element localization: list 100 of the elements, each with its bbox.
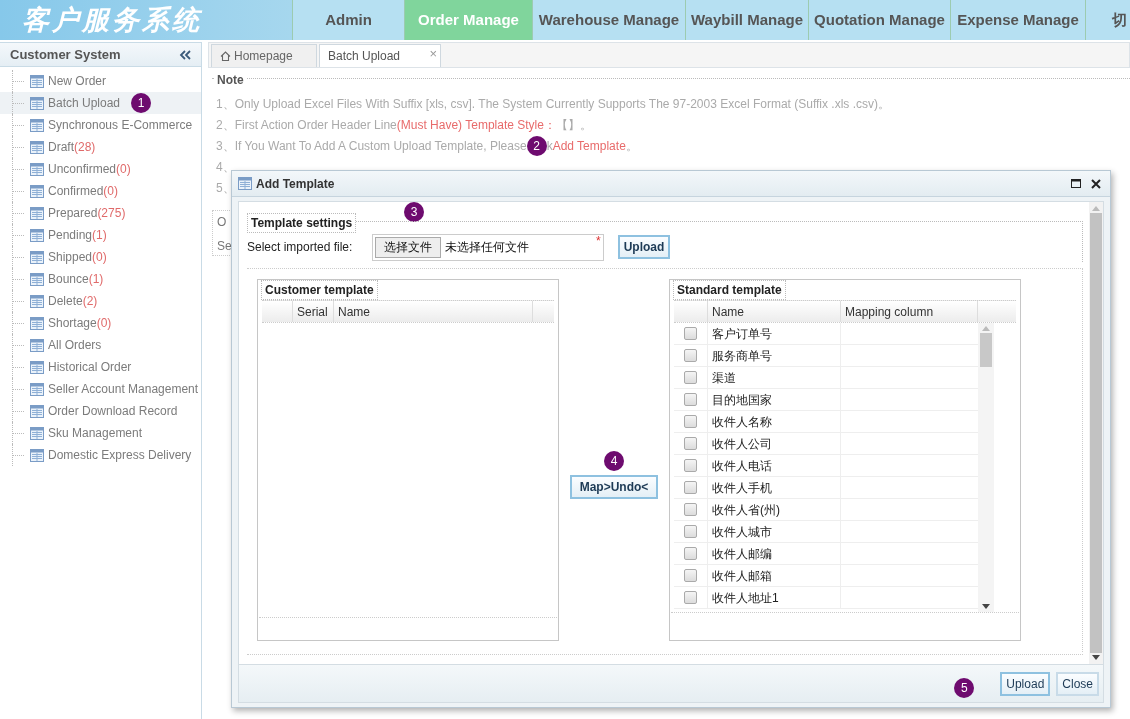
table-cell: 收件人邮编 (708, 543, 841, 564)
scroll-up-icon (1092, 206, 1100, 211)
tab[interactable]: Homepage (211, 44, 317, 67)
close-icon[interactable] (1091, 178, 1101, 189)
checkbox[interactable] (684, 415, 697, 428)
table-cell: 收件人城市 (708, 521, 841, 542)
sidebar-item[interactable]: Shortage(0) (0, 312, 201, 334)
table-icon (30, 118, 44, 132)
checkbox[interactable] (684, 481, 697, 494)
table-icon (30, 162, 44, 176)
step-badge: 3 (404, 202, 424, 222)
table-cell: 收件人地址1 (708, 587, 841, 608)
sidebar-item[interactable]: Pending(1) (0, 224, 201, 246)
nav-tab[interactable]: Waybill Manage (685, 0, 808, 40)
close-tab-button[interactable]: × (429, 44, 437, 64)
tab[interactable]: Batch Upload × (319, 44, 441, 67)
checkbox[interactable] (684, 371, 697, 384)
column-header: Name (708, 301, 841, 322)
scrollbar[interactable] (1089, 202, 1103, 664)
nav-tab[interactable]: Quotation Manage (808, 0, 950, 40)
table-icon (30, 316, 44, 330)
sidebar-item[interactable]: Bounce(1) (0, 268, 201, 290)
sidebar-item[interactable]: Sku Management (0, 422, 201, 444)
add-template-link[interactable]: Add Template (552, 138, 626, 153)
sidebar-item-label: Pending(1) (48, 227, 107, 244)
maximize-icon[interactable] (1071, 179, 1081, 188)
sidebar-item[interactable]: Domestic Express Delivery (0, 444, 201, 466)
nav-tab[interactable]: 切 (1085, 0, 1130, 40)
table-icon (30, 294, 44, 308)
dialog-button[interactable]: Close (1056, 671, 1099, 696)
home-icon (220, 51, 231, 61)
sidebar-item-label: Shortage(0) (48, 315, 112, 332)
section-legend: Template settings (247, 213, 357, 233)
sidebar-item-label: All Orders (48, 337, 102, 354)
checkbox[interactable] (684, 569, 697, 582)
sidebar-item-label: Batch Upload (48, 95, 121, 112)
table-icon (30, 360, 44, 374)
table-icon (30, 96, 44, 110)
table-icon (30, 338, 44, 352)
section-legend: Standard template (673, 280, 786, 300)
field-label: Se (217, 238, 232, 255)
checkbox[interactable] (684, 547, 697, 560)
table-icon (30, 228, 44, 242)
sidebar-item-label: Draft(28) (48, 139, 96, 156)
dialog-button[interactable]: Upload (1000, 671, 1051, 696)
sidebar-item[interactable]: Delete(2) (0, 290, 201, 312)
note-text: 3、If You Want To Add A Custom Upload Template, Please (216, 137, 527, 155)
sidebar-item[interactable]: Batch Upload 1 (0, 92, 201, 114)
sidebar-item[interactable]: Synchronous E-Commerce (0, 114, 201, 136)
checkbox[interactable] (684, 459, 697, 472)
panel-title: Customer System (10, 45, 121, 64)
table-icon (30, 404, 44, 418)
sidebar-item-label: Historical Order (48, 359, 132, 376)
nav-tab[interactable]: Warehouse Manage (532, 0, 685, 40)
checkbox[interactable] (684, 437, 697, 450)
scrollbar-thumb[interactable] (1090, 213, 1102, 653)
sidebar-item-label: Delete(2) (48, 293, 98, 310)
sidebar-item-label: Prepared(275) (48, 205, 126, 222)
table-cell: 收件人省(州) (708, 499, 841, 520)
table-cell: 服务商单号 (708, 345, 841, 366)
table-icon (30, 184, 44, 198)
step-badge: 4 (604, 451, 624, 471)
sidebar-item-label: New Order (48, 73, 106, 90)
note-text: 4、 (216, 158, 235, 176)
sidebar-item-label: Order Download Record (48, 403, 178, 420)
table-cell: 收件人电话 (708, 455, 841, 476)
required-mark: * (596, 233, 601, 250)
table-cell: 收件人邮箱 (708, 565, 841, 586)
sidebar-item[interactable]: All Orders (0, 334, 201, 356)
column-header: Serial (293, 301, 334, 322)
scroll-down-icon (1092, 655, 1100, 660)
checkbox[interactable] (684, 393, 697, 406)
map-undo-button[interactable]: Map>Undo< (569, 475, 659, 499)
checkbox[interactable] (684, 591, 697, 604)
sidebar-item[interactable]: Unconfirmed(0) (0, 158, 201, 180)
sidebar-item[interactable]: Draft(28) (0, 136, 201, 158)
scrollbar-thumb[interactable] (980, 333, 992, 367)
app-logo: 客户服务系统 (22, 3, 202, 37)
checkbox[interactable] (684, 525, 697, 538)
section-legend: O (217, 213, 227, 231)
checkbox[interactable] (684, 327, 697, 340)
sidebar-item[interactable]: Order Download Record (0, 400, 201, 422)
sidebar-item[interactable]: Prepared(275) (0, 202, 201, 224)
scrollbar[interactable] (978, 323, 994, 612)
sidebar-item[interactable]: Shipped(0) (0, 246, 201, 268)
checkbox[interactable] (684, 503, 697, 516)
sidebar-item[interactable]: Historical Order (0, 356, 201, 378)
upload-button[interactable]: Upload (617, 235, 671, 259)
sidebar-item[interactable]: Confirmed(0) (0, 180, 201, 202)
scroll-down-icon (982, 604, 990, 609)
checkbox[interactable] (684, 349, 697, 362)
note-text: 5、 (216, 179, 235, 197)
column-header: Name (334, 301, 533, 322)
table-icon (30, 140, 44, 154)
sidebar-item-label: Sku Management (48, 425, 143, 442)
table-icon (238, 177, 252, 190)
sidebar-item-label: Domestic Express Delivery (48, 447, 192, 464)
sidebar-item[interactable]: Seller Account Management (0, 378, 201, 400)
nav-tab[interactable]: Expense Manage (950, 0, 1085, 40)
step-badge: 2 (526, 135, 547, 156)
